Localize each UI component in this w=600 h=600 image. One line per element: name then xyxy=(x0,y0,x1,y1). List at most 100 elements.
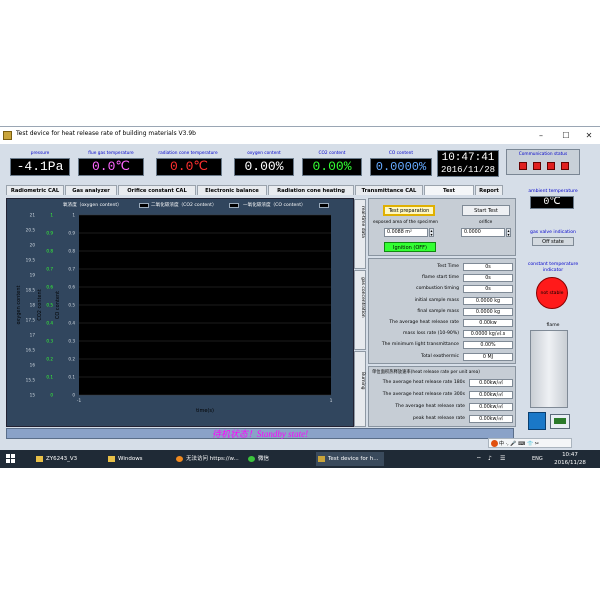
o2-tick-label: 17 xyxy=(30,333,36,338)
co2-tick-label: 1 xyxy=(50,213,53,218)
browser-icon xyxy=(176,456,183,462)
orifice-spinner[interactable]: ▴ ▾ xyxy=(506,228,511,237)
co2-tick-label: 0.7 xyxy=(46,267,53,272)
o2-tick-label: 19.5 xyxy=(26,258,36,263)
volume-icon[interactable]: ♪ xyxy=(488,455,492,462)
notification-icon[interactable]: ☰ xyxy=(500,455,505,462)
exposed-area-label: exposed area of the specimen xyxy=(373,220,439,225)
o2-tick-label: 18 xyxy=(30,303,36,308)
folder-icon xyxy=(36,456,43,462)
o2-axis-ticks: 21 20.5 20 19.5 19 18.5 18 17.5 17 16.5 16 15.5 15 xyxy=(26,213,36,398)
chart-svg: 21 20.5 20 19.5 19 18.5 18 17.5 17 16.5 16 15.5 15 1… xyxy=(16,213,333,415)
co2-tick-label: 0.3 xyxy=(46,339,53,344)
tray-date: 2016/11/28 xyxy=(554,460,586,466)
gas-valve-indicator: Off state xyxy=(532,237,574,246)
tab-orifice-constant-cal[interactable]: Orifice constant CAL xyxy=(118,185,196,195)
side-tab-burning[interactable]: Burning xyxy=(354,351,366,427)
result-label: mass loss rate (10-90%) xyxy=(403,331,459,337)
tab-transmittance-cal[interactable]: Transmittance CAL xyxy=(355,185,423,195)
co-tick-label: 0.4 xyxy=(68,321,75,326)
taskbar-item-windows[interactable]: Windows xyxy=(106,452,170,466)
minimize-button[interactable]: – xyxy=(530,129,552,142)
o2-tick-label: 15 xyxy=(30,393,36,398)
tray-language[interactable]: ENG xyxy=(532,456,543,462)
ambient-temp-label: ambient temperature xyxy=(528,189,578,194)
co2-tick-label: 0.2 xyxy=(46,357,53,362)
comm-led-1 xyxy=(519,162,527,170)
const-temp-label: constant temperature indicator xyxy=(527,262,579,273)
test-preparation-button[interactable]: Test preparation xyxy=(383,205,435,216)
unit-area-row-label: The average heat release rate 300s xyxy=(382,392,465,397)
co2-tick-label: 0.1 xyxy=(46,375,53,380)
result-label: The minimum light transmittance xyxy=(381,342,459,348)
co2-content-readout: 0.00% xyxy=(302,158,362,176)
result-label: Total exothermic xyxy=(421,353,459,359)
co-content-readout: 0.0000% xyxy=(370,158,432,176)
exposed-area-spinner[interactable]: ▴ ▾ xyxy=(429,228,434,237)
start-test-button[interactable]: Start Test xyxy=(462,205,510,216)
orifice-input[interactable]: 0.0000 xyxy=(461,228,505,237)
ime-toolbar[interactable]: 中 ·, 🎤 ⌨ 👕 ✂ xyxy=(488,438,572,448)
co2-tick-label: 0 xyxy=(50,393,53,398)
flue-gas-temp-label: flue gas temperature xyxy=(88,151,134,156)
o2-tick-label: 18.5 xyxy=(26,288,36,293)
flame-gauge xyxy=(530,330,568,408)
comm-led-3 xyxy=(547,162,555,170)
y-axis-label-co: CO content xyxy=(55,291,61,319)
chart-panel: 氧浓度（oxygen content） 二氧化碳浓度（CO2 content） … xyxy=(6,198,354,427)
pressure-label: pressure xyxy=(30,151,50,156)
window-title: Test device for heat release rate of bui… xyxy=(16,130,196,137)
co-tick-label: 0.6 xyxy=(68,285,75,290)
tab-radiation-cone-heating[interactable]: Radiation cone heating xyxy=(268,185,354,195)
result-value: 0s xyxy=(463,285,513,294)
radiation-cone-temp-readout: 0.0℃ xyxy=(156,158,222,176)
close-button[interactable]: ✕ xyxy=(578,129,600,142)
tab-report[interactable]: Report xyxy=(475,185,503,195)
orifice-label: orifice xyxy=(479,220,493,225)
windows-start-icon[interactable] xyxy=(6,454,16,464)
co-tick-label: 0.8 xyxy=(68,249,75,254)
ignition-button[interactable]: Ignition (OFF) xyxy=(384,242,436,252)
taskbar-item-browser[interactable]: 无法访问 https://w... xyxy=(174,452,242,466)
co-tick-label: 0.7 xyxy=(68,267,75,272)
computer-icon[interactable] xyxy=(550,414,570,429)
result-value: 0.00kw xyxy=(463,319,513,327)
taskbar-item-zy6243[interactable]: ZY6243_V3 xyxy=(34,452,102,466)
exposed-area-input[interactable]: 0.0088 m² xyxy=(384,228,428,237)
tab-gas-analyzer[interactable]: Gas analyzer xyxy=(65,185,117,195)
tab-electronic-balance[interactable]: Electronic balance xyxy=(197,185,267,195)
clock-panel: 10:47:41 2016/11/28 xyxy=(437,150,499,177)
taskbar-item-test-device[interactable]: Test device for h... xyxy=(316,452,384,466)
app-icon xyxy=(3,131,12,140)
result-label: combustion timing xyxy=(416,286,459,292)
unit-area-row-value: 0.00kw/㎡ xyxy=(469,415,513,423)
side-tab-gas-concentration[interactable]: gas concentration xyxy=(354,270,366,350)
unit-area-row-label: The average heat release rate 180s xyxy=(382,380,465,385)
communication-status-panel: Communication status xyxy=(506,149,580,175)
co-tick-label: 1 xyxy=(72,213,75,218)
tab-test[interactable]: Test xyxy=(424,185,474,195)
unit-area-row-value: 0.00kw/㎡ xyxy=(469,379,513,387)
tray-clock[interactable]: 10:47 2016/11/28 xyxy=(550,451,590,467)
taskbar-item-wechat[interactable]: 微信 xyxy=(246,452,312,466)
o2-tick-label: 20 xyxy=(30,243,36,248)
maximize-button[interactable]: ☐ xyxy=(555,129,577,142)
result-value: 0.0000 kg xyxy=(463,296,513,305)
taskbar: ZY6243_V3 Windows 无法访问 https://w... 微信 T… xyxy=(0,450,600,468)
o2-tick-label: 20.5 xyxy=(26,228,36,233)
side-tab-real-time-data[interactable]: real-time data xyxy=(354,199,366,269)
result-label: The average heat release rate xyxy=(389,320,459,325)
database-icon[interactable] xyxy=(528,412,546,430)
app-icon xyxy=(318,456,325,462)
y-axis-label-oxygen: oxygen content xyxy=(16,285,22,324)
side-tab-gas-concentration-label: gas concentration xyxy=(360,277,365,318)
o2-tick-label: 15.5 xyxy=(26,378,36,383)
app-window: Test device for heat release rate of bui… xyxy=(0,126,600,450)
results-panel: Test Time 0s flame start time 0s combustion … xyxy=(368,258,516,364)
co-tick-label: 0.5 xyxy=(68,303,75,308)
folder-icon xyxy=(108,456,115,462)
result-label: Test Time xyxy=(437,264,459,269)
tab-radiometric-cal[interactable]: Radiometric CAL xyxy=(6,185,64,195)
const-temp-indicator: not stable xyxy=(536,277,568,309)
wifi-icon[interactable]: ⌔ xyxy=(476,455,482,463)
